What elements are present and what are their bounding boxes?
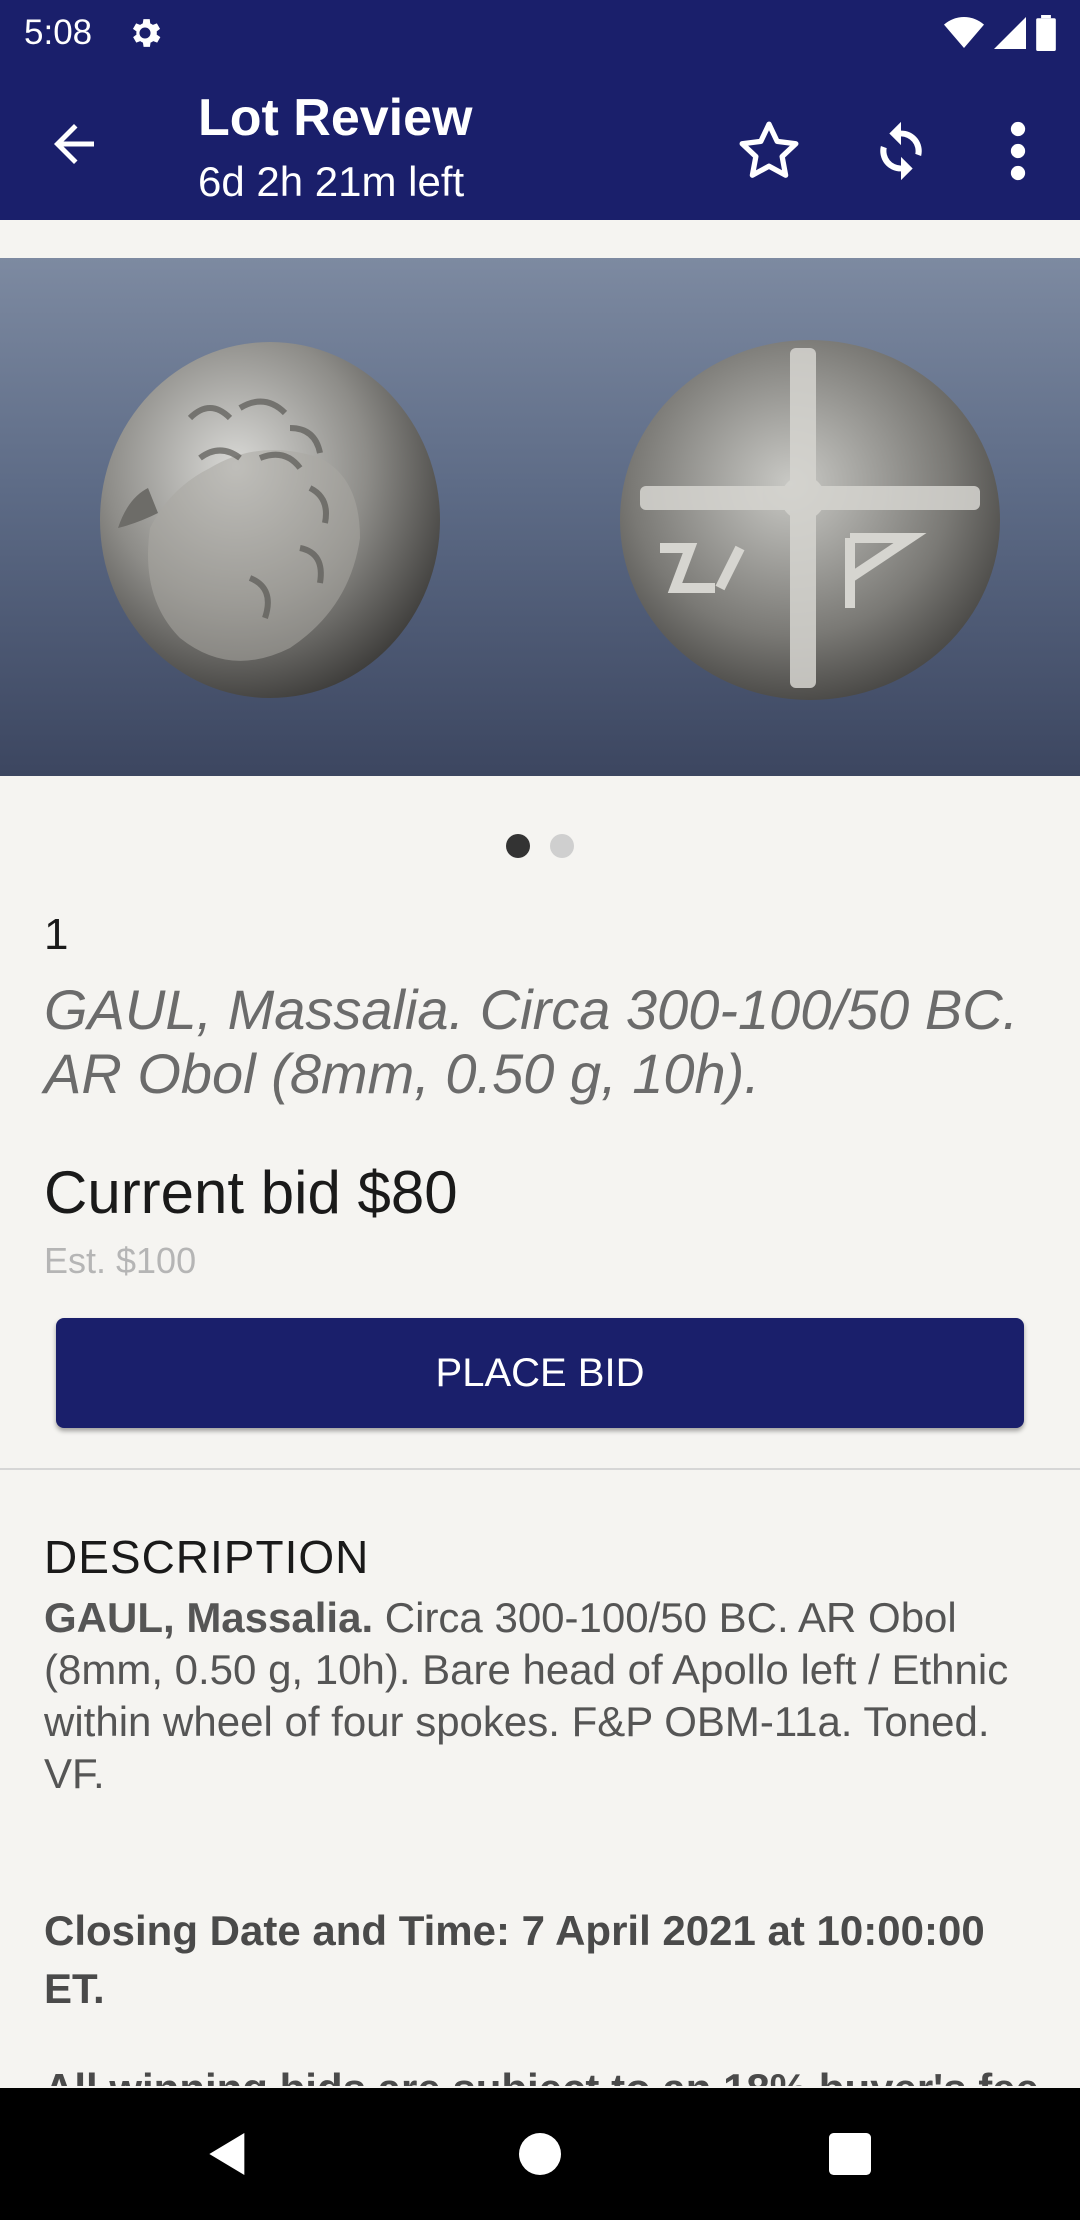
image-pager [0,834,1080,858]
star-icon[interactable] [734,116,804,186]
wifi-icon [944,17,984,48]
more-options-icon[interactable] [1000,118,1036,184]
place-bid-button[interactable]: PLACE BID [56,1318,1024,1428]
description-text: GAUL, Massalia. Circa 300-100/50 BC. AR … [44,1592,1044,1800]
lot-number: 1 [44,910,69,959]
nav-recents-icon[interactable] [822,2126,878,2182]
estimate: Est. $100 [44,1240,197,1281]
signal-icon [994,17,1026,49]
buyers-fee-note-partial: All winning bids are subject to an 18% b… [44,2070,1044,2086]
status-time: 5:08 [24,13,93,52]
status-bar: 5:08 [0,0,1080,66]
system-nav-bar [0,2088,1080,2220]
time-left: 6d 2h 21m left [198,158,465,205]
app-bar: Lot Review 6d 2h 21m left [0,66,1080,220]
closing-date: Closing Date and Time: 7 April 2021 at 1… [44,1907,985,2012]
gear-icon [132,19,161,47]
pager-dot-1[interactable] [506,834,530,858]
back-arrow-icon[interactable] [44,114,104,174]
coin-photo [100,340,1000,700]
nav-back-icon[interactable] [200,2126,256,2182]
status-icons [944,14,1056,52]
lot-image[interactable] [0,258,1080,776]
description-bold-lead: GAUL, Massalia. [44,1594,374,1641]
description-heading: DESCRIPTION [44,1531,370,1583]
refresh-icon[interactable] [866,116,936,186]
nav-home-icon[interactable] [512,2126,568,2182]
current-bid: Current bid $80 [44,1159,458,1226]
page-title: Lot Review [198,89,473,147]
divider [0,1468,1080,1470]
lot-title: GAUL, Massalia. Circa 300-100/50 BC. AR … [44,978,1019,1105]
pager-dot-2[interactable] [550,834,574,858]
battery-icon [1036,15,1056,51]
